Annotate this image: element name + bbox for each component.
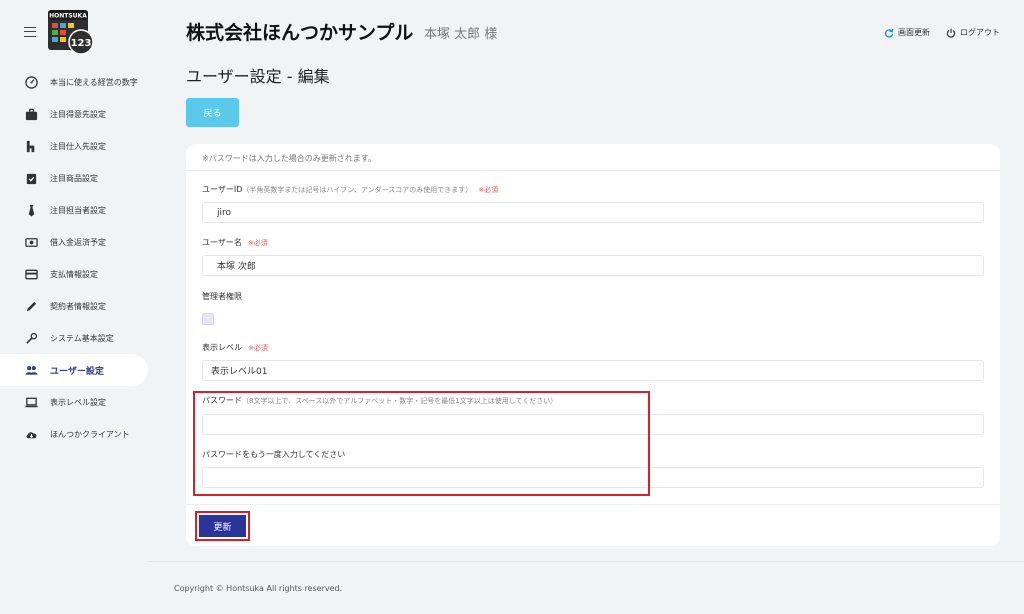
display-level-label-text: 表示レベル xyxy=(202,343,242,352)
sidebar-item-label: ユーザー設定 xyxy=(50,366,104,377)
password-hint: （8文字以上で、スペース以外でアルファベット・数字・記号を最低1文字以上は使用し… xyxy=(242,397,558,405)
page-title: ユーザー設定 - 編集 xyxy=(186,67,330,86)
refresh-button[interactable]: 画面更新 xyxy=(884,27,930,38)
divider xyxy=(186,170,1000,171)
user-name-label-text: ユーザー名 xyxy=(202,238,242,247)
divider xyxy=(186,504,1000,505)
sidebar-item-label: 注目担当者設定 xyxy=(50,205,106,215)
dashboard-gauge-icon xyxy=(24,75,38,89)
sidebar-item-hontsuka-client[interactable]: ほんつかクライアント xyxy=(0,418,148,450)
sidebar-item-label: 注目商品設定 xyxy=(50,173,98,183)
sidebar-item-keiei-numbers[interactable]: 本当に使える経営の数字 xyxy=(0,66,148,98)
sidebar-item-label: ほんつかクライアント xyxy=(50,429,130,439)
refresh-icon xyxy=(884,28,894,38)
sidebar-item-loan-repayment[interactable]: 借入金返済予定 xyxy=(0,226,148,258)
clipboard-check-icon xyxy=(24,171,38,185)
sidebar-item-customers[interactable]: 注目得意先設定 xyxy=(0,98,148,130)
password-label: パスワード（8文字以上で、スペース以外でアルファベット・数字・記号を最低1文字以… xyxy=(202,395,557,406)
sidebar-item-staff[interactable]: 注目担当者設定 xyxy=(0,194,148,226)
sidebar-item-contractor-info[interactable]: 契約者情報設定 xyxy=(0,290,148,322)
sidebar-item-label: 支払情報設定 xyxy=(50,269,98,279)
sidebar-item-label: システム基本設定 xyxy=(50,333,114,343)
sidebar-item-suppliers[interactable]: 注目仕入先設定 xyxy=(0,130,148,162)
user-name-header: 本塚 太郎 様 xyxy=(424,27,498,42)
logout-button[interactable]: ログアウト xyxy=(946,27,1000,38)
password-label-text: パスワード xyxy=(202,396,242,405)
credit-card-icon xyxy=(24,267,38,281)
sidebar-item-label: 表示レベル設定 xyxy=(50,397,106,407)
back-button[interactable]: 戻る xyxy=(186,98,239,127)
sidebar-item-payment-info[interactable]: 支払情報設定 xyxy=(0,258,148,290)
sidebar-item-system-settings[interactable]: システム基本設定 xyxy=(0,322,148,354)
h-logo-icon xyxy=(24,139,38,153)
refresh-label: 画面更新 xyxy=(898,28,930,37)
required-mark: ※必須 xyxy=(478,186,499,194)
sidebar: HONTSUKA 123 本当に使える経営の数字 注目得意先設定 注目仕入先設定… xyxy=(0,0,148,614)
password-input[interactable] xyxy=(202,414,984,435)
display-level-label: 表示レベル ※必須 xyxy=(202,342,268,353)
admin-label: 管理者権限 xyxy=(202,292,242,301)
cloud-download-icon xyxy=(24,427,38,441)
user-id-label-text: ユーザーID xyxy=(202,185,243,194)
sidebar-item-label: 注目得意先設定 xyxy=(50,109,106,119)
display-level-select[interactable] xyxy=(202,360,984,381)
sidebar-item-display-level[interactable]: 表示レベル設定 xyxy=(0,386,148,418)
briefcase-icon xyxy=(24,107,38,121)
laptop-icon xyxy=(24,395,38,409)
update-button[interactable]: 更新 xyxy=(199,515,246,537)
users-icon xyxy=(24,363,38,377)
copyright-text: Copyright © Hontsuka All rights reserved… xyxy=(174,584,343,593)
money-icon xyxy=(24,235,38,249)
password-confirm-label: パスワードをもう一度入力してください xyxy=(202,450,346,459)
tie-icon xyxy=(24,203,38,217)
password-update-note: ※パスワードは入力した場合のみ更新されます。 xyxy=(202,154,376,163)
sidebar-item-user-settings[interactable]: ユーザー設定 xyxy=(0,354,148,386)
header-actions: 画面更新 ログアウト xyxy=(884,27,1000,38)
password-confirm-input[interactable] xyxy=(202,467,984,488)
hontsuka-logo[interactable]: HONTSUKA 123 xyxy=(47,9,97,55)
user-name-label: ユーザー名 ※必須 xyxy=(202,237,268,248)
logout-label: ログアウト xyxy=(960,28,1000,37)
power-icon xyxy=(946,28,956,38)
wrench-icon xyxy=(24,331,38,345)
user-edit-form-card: ※パスワードは入力した場合のみ更新されます。 ユーザーID（半角英数字または記号… xyxy=(186,144,1000,546)
sidebar-item-label: 契約者情報設定 xyxy=(50,301,106,311)
sidebar-item-label: 注目仕入先設定 xyxy=(50,141,106,151)
pen-icon xyxy=(24,299,38,313)
hamburger-menu-icon[interactable] xyxy=(24,27,36,37)
admin-checkbox[interactable] xyxy=(202,313,214,325)
sidebar-item-products[interactable]: 注目商品設定 xyxy=(0,162,148,194)
user-id-input[interactable] xyxy=(202,202,984,223)
logo-text: HONTSUKA xyxy=(49,13,87,20)
footer-divider xyxy=(148,561,1024,562)
sidebar-item-label: 借入金返済予定 xyxy=(50,237,106,247)
sidebar-nav: 本当に使える経営の数字 注目得意先設定 注目仕入先設定 注目商品設定 注目担当者… xyxy=(0,66,148,450)
company-name: 株式会社ほんつかサンプル xyxy=(186,22,414,44)
required-mark: ※必須 xyxy=(247,239,268,247)
sidebar-item-label: 本当に使える経営の数字 xyxy=(50,77,138,87)
update-highlight-box: 更新 xyxy=(195,511,250,541)
user-id-hint: （半角英数字または記号はハイフン、アンダースコアのみ使用できます） xyxy=(242,186,473,194)
required-mark: ※必須 xyxy=(248,344,268,352)
svg-text:123: 123 xyxy=(71,38,92,49)
user-name-input[interactable] xyxy=(202,255,984,276)
user-id-label: ユーザーID（半角英数字または記号はハイフン、アンダースコアのみ使用できます） ※… xyxy=(202,184,498,195)
